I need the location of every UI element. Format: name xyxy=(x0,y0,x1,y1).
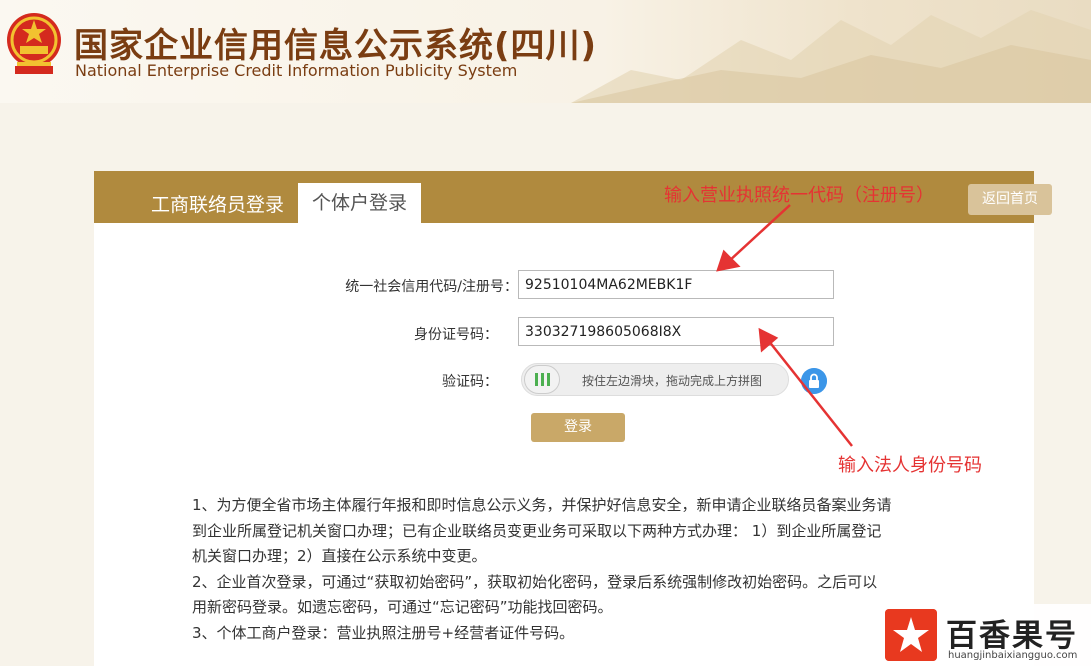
slider-hint: 按住左边滑块，拖动完成上方拼图 xyxy=(582,374,763,388)
id-label: 身份证号码： xyxy=(414,327,498,343)
watermark-url: huangjinbaixiangguo.com xyxy=(948,650,1078,661)
captcha-slider[interactable]: 按住左边滑块，拖动完成上方拼图 xyxy=(521,363,789,396)
annotation-code-hint: 输入营业执照统一代码（注册号） xyxy=(664,185,934,206)
lock-icon[interactable] xyxy=(801,368,827,394)
credit-code-input[interactable] xyxy=(518,270,834,299)
code-label: 统一社会信用代码/注册号： xyxy=(345,279,518,295)
notice-line: 用新密码登录。如遗忘密码，可通过“忘记密码”功能找回密码。 xyxy=(192,598,613,616)
tab-individual-login[interactable]: 个体户登录 xyxy=(298,183,421,223)
mountain-decoration-icon xyxy=(571,10,1091,103)
site-title: 国家企业信用信息公示系统(四川) xyxy=(74,26,598,66)
login-panel: 工商联络员登录 个体户登录 输入营业执照统一代码（注册号） 统一社会信用代码/注… xyxy=(94,171,1034,666)
watermark-name: 百香果号 xyxy=(946,618,1078,654)
notice-text: 1、为方便全省市场主体履行年报和即时信息公示义务，并保护好信息安全，新申请企业联… xyxy=(192,493,972,646)
national-emblem-icon xyxy=(7,13,61,74)
notice-line: 机关窗口办理；2）直接在公示系统中变更。 xyxy=(192,547,487,565)
captcha-label: 验证码： xyxy=(442,374,498,390)
tab-staff-login[interactable]: 工商联络员登录 xyxy=(151,190,284,217)
home-button[interactable]: 返回首页 xyxy=(968,184,1052,215)
slider-grip-icon[interactable] xyxy=(524,365,560,394)
notice-line: 1、为方便全省市场主体履行年报和即时信息公示义务，并保护好信息安全，新申请企业联… xyxy=(192,496,892,514)
notice-line: 到企业所属登记机关窗口办理；已有企业联络员变更业务可采取以下两种方式办理： 1）… xyxy=(192,521,882,540)
site-subtitle: National Enterprise Credit Information P… xyxy=(75,61,518,80)
notice-line: 3、个体工商户登录：营业执照注册号+经营者证件号码。 xyxy=(192,623,575,642)
notice-line: 2、企业首次登录，可通过“获取初始密码”，获取初始化密码，登录后系统强制修改初始… xyxy=(192,572,878,591)
star-logo-icon xyxy=(885,609,937,661)
login-button[interactable]: 登录 xyxy=(531,413,625,442)
annotation-id-hint: 输入法人身份号码 xyxy=(838,455,982,476)
site-header: 国家企业信用信息公示系统(四川) National Enterprise Cre… xyxy=(0,0,1091,103)
id-number-input[interactable] xyxy=(518,317,834,346)
tab-bar: 工商联络员登录 个体户登录 输入营业执照统一代码（注册号） xyxy=(94,171,1034,223)
